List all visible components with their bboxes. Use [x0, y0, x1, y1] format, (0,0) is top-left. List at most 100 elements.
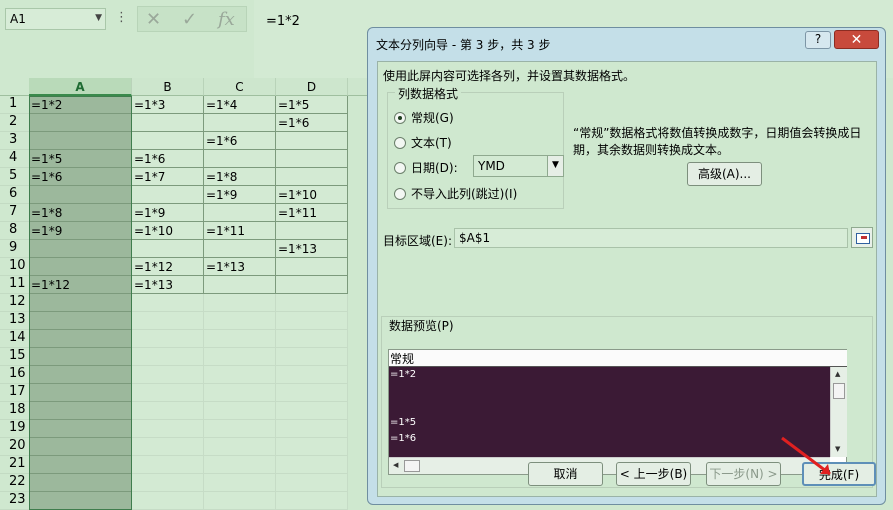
cell-c2[interactable] [204, 114, 276, 132]
cell-d1[interactable]: =1*5 [276, 96, 348, 114]
cell-a3[interactable] [29, 132, 132, 150]
cell-b17[interactable] [132, 384, 204, 402]
column-header-e[interactable] [348, 78, 368, 96]
cell-c14[interactable] [204, 330, 276, 348]
date-format-select[interactable]: YMD ▼ [473, 155, 564, 177]
cell-c5[interactable]: =1*8 [204, 168, 276, 186]
cell-c13[interactable] [204, 312, 276, 330]
cell-c22[interactable] [204, 474, 276, 492]
cell-d5[interactable] [276, 168, 348, 186]
cell-b21[interactable] [132, 456, 204, 474]
row-header-14[interactable]: 14 [0, 330, 29, 348]
cell-d6[interactable]: =1*10 [276, 186, 348, 204]
cell-a4[interactable]: =1*5 [29, 150, 132, 168]
cell-a17[interactable] [29, 384, 132, 402]
cell-a1[interactable]: =1*2 [29, 96, 132, 114]
cell-d9[interactable]: =1*13 [276, 240, 348, 258]
row-header-15[interactable]: 15 [0, 348, 29, 366]
row-header-7[interactable]: 7 [0, 204, 29, 222]
confirm-entry-icon[interactable]: ✓ [182, 9, 197, 30]
cell-c15[interactable] [204, 348, 276, 366]
name-box[interactable]: A1 ▼ [5, 8, 106, 30]
row-header-21[interactable]: 21 [0, 456, 29, 474]
cell-b11[interactable]: =1*13 [132, 276, 204, 294]
cell-c21[interactable] [204, 456, 276, 474]
cell-d12[interactable] [276, 294, 348, 312]
cell-a9[interactable] [29, 240, 132, 258]
cell-d17[interactable] [276, 384, 348, 402]
cell-d8[interactable] [276, 222, 348, 240]
cell-d22[interactable] [276, 474, 348, 492]
cell-b7[interactable]: =1*9 [132, 204, 204, 222]
cell-b20[interactable] [132, 438, 204, 456]
cell-a6[interactable] [29, 186, 132, 204]
cell-c19[interactable] [204, 420, 276, 438]
row-header-5[interactable]: 5 [0, 168, 29, 186]
column-header-d[interactable]: D [276, 78, 348, 96]
row-header-2[interactable]: 2 [0, 114, 29, 132]
cell-b23[interactable] [132, 492, 204, 510]
row-header-22[interactable]: 22 [0, 474, 29, 492]
cell-d19[interactable] [276, 420, 348, 438]
radio-skip[interactable] [394, 187, 406, 200]
row-header-4[interactable]: 4 [0, 150, 29, 168]
cell-d10[interactable] [276, 258, 348, 276]
cell-d15[interactable] [276, 348, 348, 366]
cell-b5[interactable]: =1*7 [132, 168, 204, 186]
cell-a12[interactable] [29, 294, 132, 312]
cell-a2[interactable] [29, 114, 132, 132]
cell-a16[interactable] [29, 366, 132, 384]
column-header-c[interactable]: C [204, 78, 276, 96]
cell-b1[interactable]: =1*3 [132, 96, 204, 114]
column-header-b[interactable]: B [132, 78, 204, 96]
data-preview-box[interactable]: 常规 =1*2=1*5=1*6 ▲ ▼ ◀ ▶ [388, 349, 847, 475]
row-header-12[interactable]: 12 [0, 294, 29, 312]
cell-d4[interactable] [276, 150, 348, 168]
cell-b15[interactable] [132, 348, 204, 366]
row-header-3[interactable]: 3 [0, 132, 29, 150]
cell-a23[interactable] [29, 492, 132, 510]
cell-c4[interactable] [204, 150, 276, 168]
preview-vertical-scrollbar[interactable]: ▲ ▼ [830, 367, 847, 457]
cell-c20[interactable] [204, 438, 276, 456]
cell-a19[interactable] [29, 420, 132, 438]
preview-data[interactable]: =1*2 =1*5 =1*6 [389, 367, 830, 457]
chevron-down-icon[interactable]: ▼ [95, 13, 102, 23]
cell-c17[interactable] [204, 384, 276, 402]
cell-b18[interactable] [132, 402, 204, 420]
cell-c8[interactable]: =1*11 [204, 222, 276, 240]
cell-b22[interactable] [132, 474, 204, 492]
range-picker-icon[interactable] [851, 227, 873, 248]
cell-a14[interactable] [29, 330, 132, 348]
scroll-up-icon[interactable]: ▲ [835, 370, 840, 378]
cell-a10[interactable] [29, 258, 132, 276]
cell-a8[interactable]: =1*9 [29, 222, 132, 240]
cell-d23[interactable] [276, 492, 348, 510]
cell-c3[interactable]: =1*6 [204, 132, 276, 150]
cell-d18[interactable] [276, 402, 348, 420]
cell-a18[interactable] [29, 402, 132, 420]
row-header-6[interactable]: 6 [0, 186, 29, 204]
cell-d3[interactable] [276, 132, 348, 150]
select-all-corner[interactable] [0, 78, 29, 96]
cell-d13[interactable] [276, 312, 348, 330]
cell-b14[interactable] [132, 330, 204, 348]
cell-d20[interactable] [276, 438, 348, 456]
cell-c18[interactable] [204, 402, 276, 420]
close-button[interactable]: ✕ [834, 30, 879, 49]
cell-b4[interactable]: =1*6 [132, 150, 204, 168]
scroll-thumb[interactable] [833, 383, 845, 399]
advanced-button[interactable]: 高级(A)... [687, 162, 762, 186]
cell-a15[interactable] [29, 348, 132, 366]
row-header-11[interactable]: 11 [0, 276, 29, 294]
cell-a21[interactable] [29, 456, 132, 474]
cell-b16[interactable] [132, 366, 204, 384]
finish-button[interactable]: 完成(F) [802, 462, 876, 486]
cell-d14[interactable] [276, 330, 348, 348]
cell-a13[interactable] [29, 312, 132, 330]
chevron-down-icon[interactable]: ▼ [547, 156, 563, 176]
row-header-20[interactable]: 20 [0, 438, 29, 456]
option-date[interactable]: 日期(D): [394, 159, 458, 176]
back-button[interactable]: < 上一步(B) [616, 462, 691, 486]
preview-column-header[interactable]: 常规 [389, 350, 847, 367]
